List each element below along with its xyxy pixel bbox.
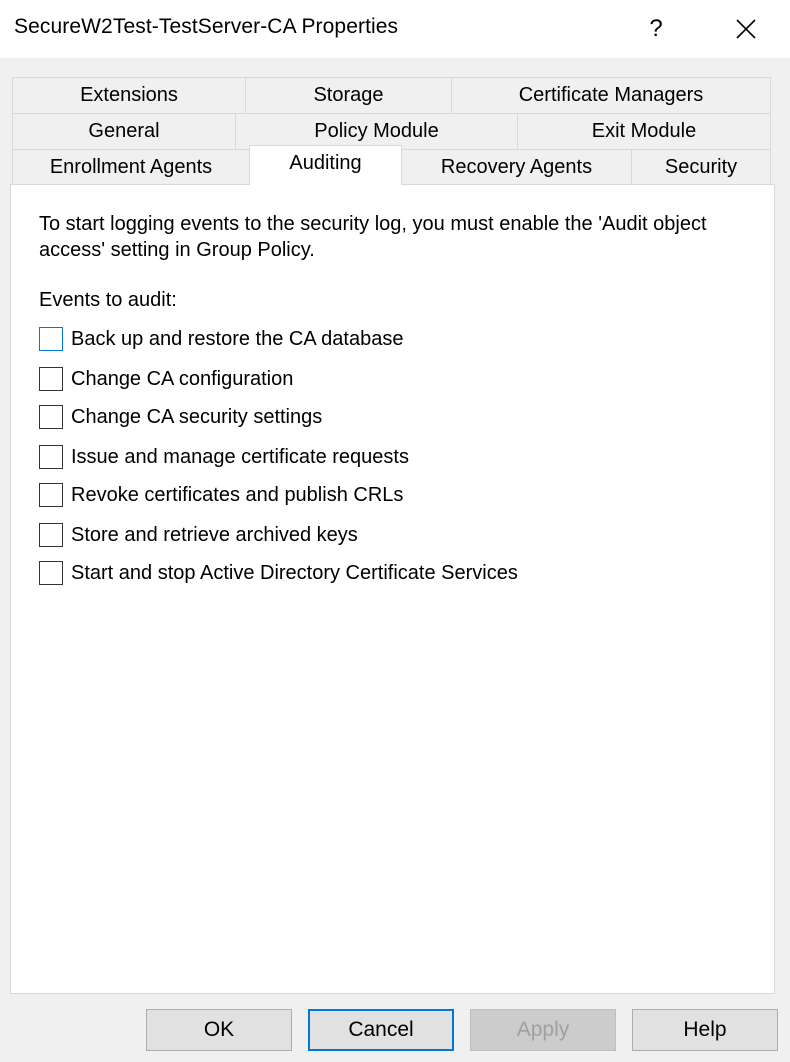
tab-exit-module[interactable]: Exit Module [517,113,771,150]
close-icon [736,19,756,39]
tab-recovery-agents[interactable]: Recovery Agents [401,149,632,186]
tab-storage[interactable]: Storage [245,77,452,114]
checkbox-revoke-publish-crls[interactable]: Revoke certificates and publish CRLs [39,483,403,507]
checkbox-box[interactable] [39,523,63,547]
checkbox-label: Back up and restore the CA database [71,327,404,350]
checkbox-change-ca-security[interactable]: Change CA security settings [39,405,322,429]
tab-certificate-managers[interactable]: Certificate Managers [451,77,771,114]
tab-extensions[interactable]: Extensions [12,77,246,114]
cancel-button[interactable]: Cancel [308,1009,454,1051]
tab-general[interactable]: General [12,113,236,150]
checkbox-label: Change CA security settings [71,405,323,428]
tab-auditing[interactable]: Auditing [249,145,402,185]
tab-enrollment-agents[interactable]: Enrollment Agents [12,149,250,186]
checkbox-label: Issue and manage certificate requests [71,445,409,468]
tab-security[interactable]: Security [631,149,771,186]
help-button[interactable]: ? [626,0,686,58]
checkbox-box[interactable] [39,561,63,585]
checkbox-store-retrieve-keys[interactable]: Store and retrieve archived keys [39,523,358,547]
apply-button[interactable]: Apply [470,1009,616,1051]
checkbox-box[interactable] [39,327,63,351]
title-bar: SecureW2Test-TestServer-CA Properties ? [0,0,790,58]
checkbox-backup-restore[interactable]: Back up and restore the CA database [39,327,403,351]
checkbox-start-stop-adcs[interactable]: Start and stop Active Directory Certific… [39,561,518,585]
checkbox-label: Start and stop Active Directory Certific… [71,561,518,584]
checkbox-box[interactable] [39,405,63,429]
checkbox-box[interactable] [39,445,63,469]
checkbox-label: Revoke certificates and publish CRLs [71,483,404,506]
checkbox-box[interactable] [39,483,63,507]
ok-button[interactable]: OK [146,1009,292,1051]
window-title: SecureW2Test-TestServer-CA Properties [14,15,399,38]
close-button[interactable] [716,0,776,58]
auditing-panel: To start logging events to the security … [10,184,775,994]
question-mark-icon: ? [649,15,663,42]
audit-intro-text: To start logging events to the security … [39,213,707,261]
checkbox-label: Change CA configuration [71,367,294,390]
events-to-audit-label: Events to audit: [39,289,177,311]
help-dialog-button[interactable]: Help [632,1009,778,1051]
checkbox-label: Store and retrieve archived keys [71,523,358,546]
checkbox-box[interactable] [39,367,63,391]
checkbox-change-ca-config[interactable]: Change CA configuration [39,367,293,391]
checkbox-issue-manage-requests[interactable]: Issue and manage certificate requests [39,445,409,469]
